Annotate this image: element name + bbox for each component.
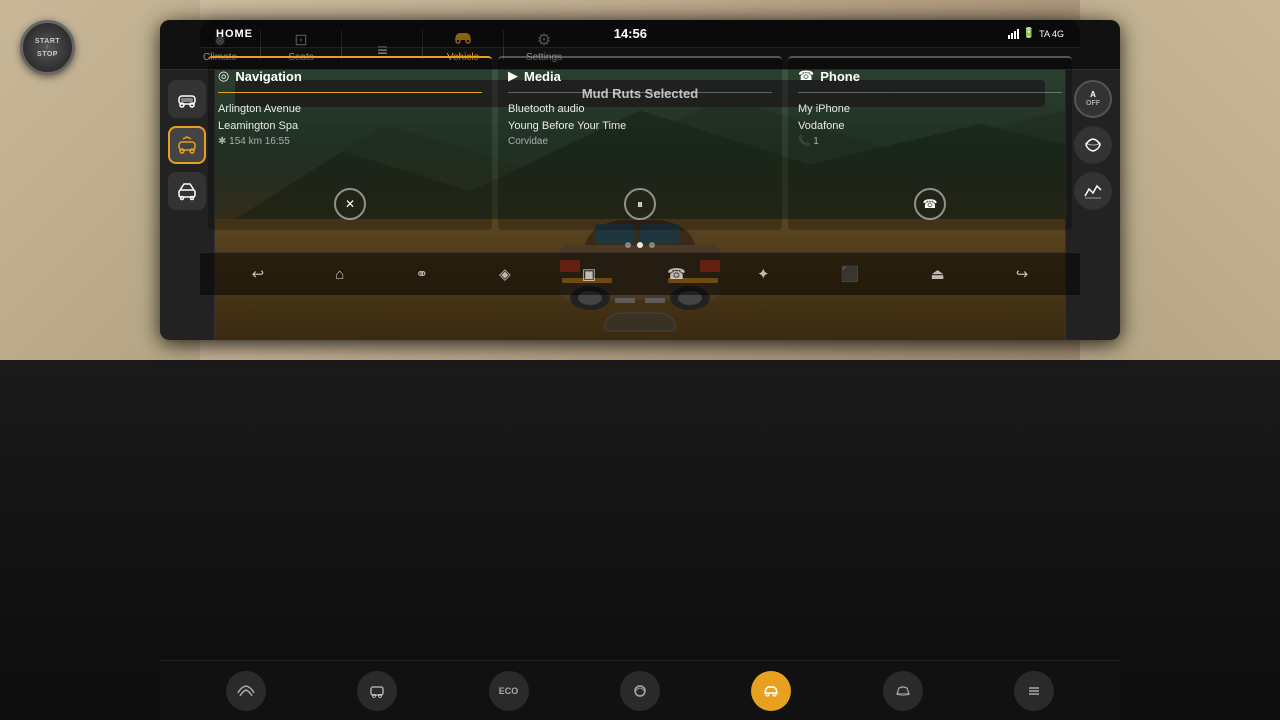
bottom-icon-5-active[interactable] [751, 671, 791, 711]
upper-screen: HOME 14:56 🔋 TA 4G ◎ Navigation [200, 20, 1080, 310]
toolbar-forward-icon[interactable]: ↪ [1012, 261, 1033, 287]
media-icon: ▶ [508, 68, 518, 84]
upper-screen-container: HOME 14:56 🔋 TA 4G ◎ Navigation [200, 20, 1080, 310]
phone-line2: Vodafone [798, 118, 1062, 135]
nav-content: Arlington Avenue Leamington Spa ✱ 154 km… [218, 101, 482, 149]
bottom-icon-7[interactable] [1014, 671, 1054, 711]
phone-divider [798, 92, 1062, 93]
media-panel[interactable]: ▶ Media Bluetooth audio Young Before You… [498, 56, 782, 230]
phone-action-button[interactable]: ☎ [914, 188, 946, 220]
main-panels: ◎ Navigation Arlington Avenue Leamington… [200, 48, 1080, 238]
off-label: OFF [1086, 100, 1100, 107]
toolbar-eject-icon[interactable]: ⏏ [926, 261, 948, 287]
bottom-row-icons: ECO [160, 660, 1120, 720]
toolbar-bluetooth-icon[interactable]: ✦ [753, 261, 774, 287]
nav-panel-header: ◎ Navigation [218, 68, 482, 84]
nav-line2: Leamington Spa [218, 118, 482, 135]
nav-line1: Arlington Avenue [218, 101, 482, 118]
toolbar-connect-icon[interactable]: ⚭ [411, 261, 432, 287]
media-content: Bluetooth audio Young Before Your Time C… [508, 101, 772, 149]
status-bar: HOME 14:56 🔋 TA 4G [200, 20, 1080, 48]
bottom-icon-4[interactable] [620, 671, 660, 711]
nav-icon: ◎ [218, 68, 229, 84]
phone-title: Phone [820, 69, 860, 84]
dot-3[interactable] [649, 242, 655, 248]
battery-icon: 🔋 [1023, 28, 1035, 39]
nav-title: Navigation [235, 69, 301, 84]
auto-label: A [1090, 91, 1096, 99]
home-label: HOME [216, 28, 253, 40]
nav-divider [218, 92, 482, 93]
media-line3: Corvidae [508, 134, 772, 149]
dot-2[interactable] [637, 242, 643, 248]
media-line1: Bluetooth audio [508, 101, 772, 118]
small-car-indicator [590, 305, 690, 335]
media-action-button[interactable]: ⏸ [624, 188, 656, 220]
start-stop-area[interactable]: START / STOP [20, 20, 80, 80]
media-panel-header: ▶ Media [508, 68, 772, 84]
media-title: Media [524, 69, 561, 84]
carousel-dots [200, 238, 1080, 252]
eco-label: ECO [499, 686, 519, 696]
media-line2: Young Before Your Time [508, 118, 772, 135]
start-label: START [35, 38, 60, 45]
phone-panel-header: ☎ Phone [798, 68, 1062, 84]
phone-content: My iPhone Vodafone 📞 1 [798, 101, 1062, 149]
signal-icon [1008, 29, 1019, 39]
toolbar-nav-icon[interactable]: ◈ [495, 261, 515, 287]
navigation-panel[interactable]: ◎ Navigation Arlington Avenue Leamington… [208, 56, 492, 230]
bottom-icon-2[interactable] [357, 671, 397, 711]
bottom-icon-1[interactable] [226, 671, 266, 711]
phone-line3: 📞 1 [798, 134, 1062, 149]
start-stop-button[interactable]: START / STOP [20, 20, 75, 75]
status-time: 14:56 [614, 26, 647, 41]
nav-line3: ✱ 154 km 16:55 [218, 134, 482, 149]
toolbar-home-icon[interactable]: ⌂ [331, 262, 348, 287]
media-divider [508, 92, 772, 93]
toolbar-media-icon[interactable]: ▣ [578, 261, 600, 287]
toolbar-back-icon[interactable]: ↩ [248, 261, 269, 287]
bottom-icon-eco[interactable]: ECO [489, 671, 529, 711]
bottom-toolbar: ↩ ⌂ ⚭ ◈ ▣ ☎ ✦ ⬛ ⏏ ↪ [200, 252, 1080, 295]
dot-1[interactable] [625, 242, 631, 248]
toolbar-phone-icon[interactable]: ☎ [663, 261, 690, 287]
bottom-icon-6[interactable] [883, 671, 923, 711]
network-label: TA 4G [1039, 29, 1064, 39]
toolbar-camera-icon[interactable]: ⬛ [837, 261, 864, 287]
phone-panel[interactable]: ☎ Phone My iPhone Vodafone 📞 1 ☎ [788, 56, 1072, 230]
phone-icon: ☎ [798, 68, 814, 84]
stop-label: STOP [37, 51, 58, 58]
phone-line1: My iPhone [798, 101, 1062, 118]
status-icons: 🔋 TA 4G [1008, 28, 1064, 39]
nav-action-button[interactable]: ✕ [334, 188, 366, 220]
